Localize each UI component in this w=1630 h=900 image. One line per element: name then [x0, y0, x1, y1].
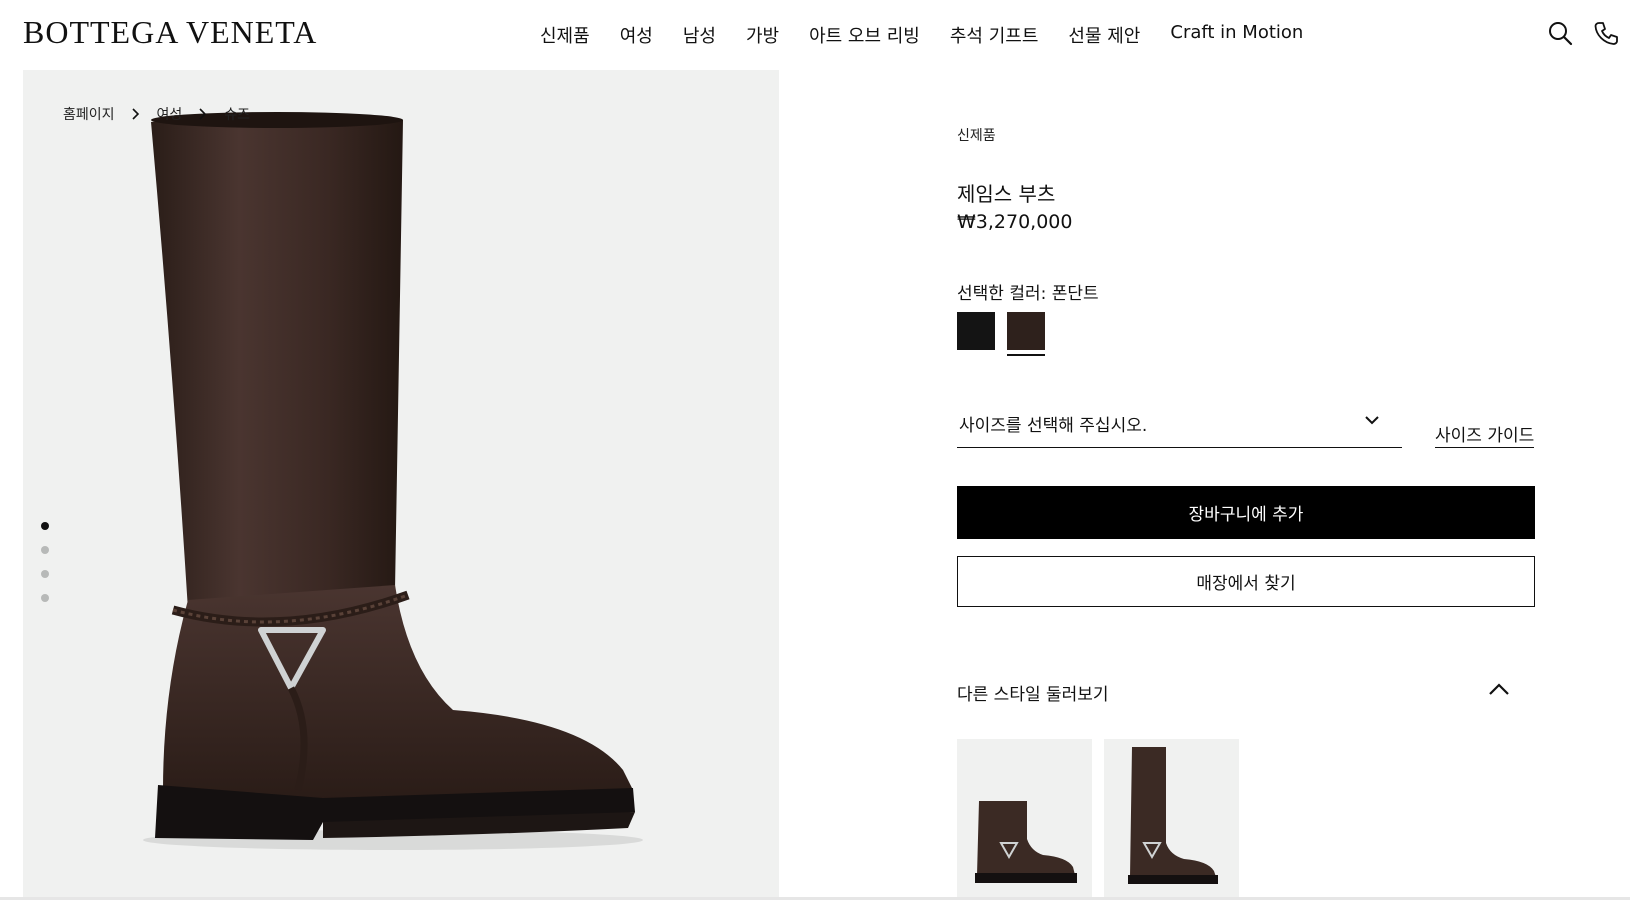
chevron-right-icon — [199, 108, 207, 120]
gallery-dot-4[interactable] — [41, 594, 49, 602]
new-arrival-tag: 신제품 — [957, 128, 996, 144]
more-styles-title: 다른 스타일 둘러보기 — [957, 685, 1109, 705]
size-select-placeholder: 사이즈를 선택해 주십시오. — [959, 416, 1148, 436]
product-name: 제임스 부츠 — [957, 182, 1056, 206]
nav-item-new[interactable]: 신제품 — [540, 22, 590, 48]
size-guide-link[interactable]: 사이즈 가이드 — [1435, 421, 1535, 448]
breadcrumb: 홈페이지 여성 슈즈 — [63, 104, 250, 124]
size-select[interactable]: 사이즈를 선택해 주십시오. — [957, 406, 1402, 448]
product-price: ₩3,270,000 — [957, 211, 1073, 233]
brand-logo[interactable]: BOTTEGA VENETA — [23, 14, 317, 51]
selected-color-label: 선택한 컬러: 폰단트 — [957, 284, 1099, 304]
gallery-dot-1[interactable] — [41, 522, 49, 530]
style-thumbnail-tall-boot[interactable] — [1104, 739, 1239, 900]
phone-icon[interactable] — [1593, 20, 1619, 46]
product-info-panel: 신제품 제임스 부츠 ₩3,270,000 선택한 컬러: 폰단트 사이즈를 선… — [957, 0, 1557, 900]
gallery-pagination — [41, 522, 49, 602]
product-image-gallery[interactable]: 홈페이지 여성 슈즈 — [23, 70, 779, 900]
style-thumbnail-ankle-boot[interactable] — [957, 739, 1092, 900]
color-swatch-fondant[interactable] — [1007, 312, 1045, 350]
gallery-dot-2[interactable] — [41, 546, 49, 554]
color-swatch-black[interactable] — [957, 312, 995, 350]
selected-swatch-indicator — [1007, 354, 1045, 356]
breadcrumb-home[interactable]: 홈페이지 — [63, 104, 115, 124]
chevron-right-icon — [131, 108, 139, 120]
thumbnail-image — [975, 801, 1077, 883]
thumbnail-image — [1128, 747, 1218, 884]
nav-item-women[interactable]: 여성 — [620, 22, 653, 48]
nav-item-art-of-living[interactable]: 아트 오브 리빙 — [809, 22, 920, 48]
nav-item-men[interactable]: 남성 — [683, 22, 716, 48]
product-image-boot — [143, 112, 643, 850]
find-in-store-button[interactable]: 매장에서 찾기 — [957, 556, 1535, 607]
nav-item-bags[interactable]: 가방 — [746, 22, 779, 48]
breadcrumb-women[interactable]: 여성 — [157, 104, 183, 124]
breadcrumb-shoes[interactable]: 슈즈 — [224, 104, 250, 124]
add-to-cart-button[interactable]: 장바구니에 추가 — [957, 486, 1535, 539]
chevron-down-icon — [1365, 416, 1379, 425]
chevron-up-icon[interactable] — [1487, 680, 1511, 698]
gallery-dot-3[interactable] — [41, 570, 49, 578]
